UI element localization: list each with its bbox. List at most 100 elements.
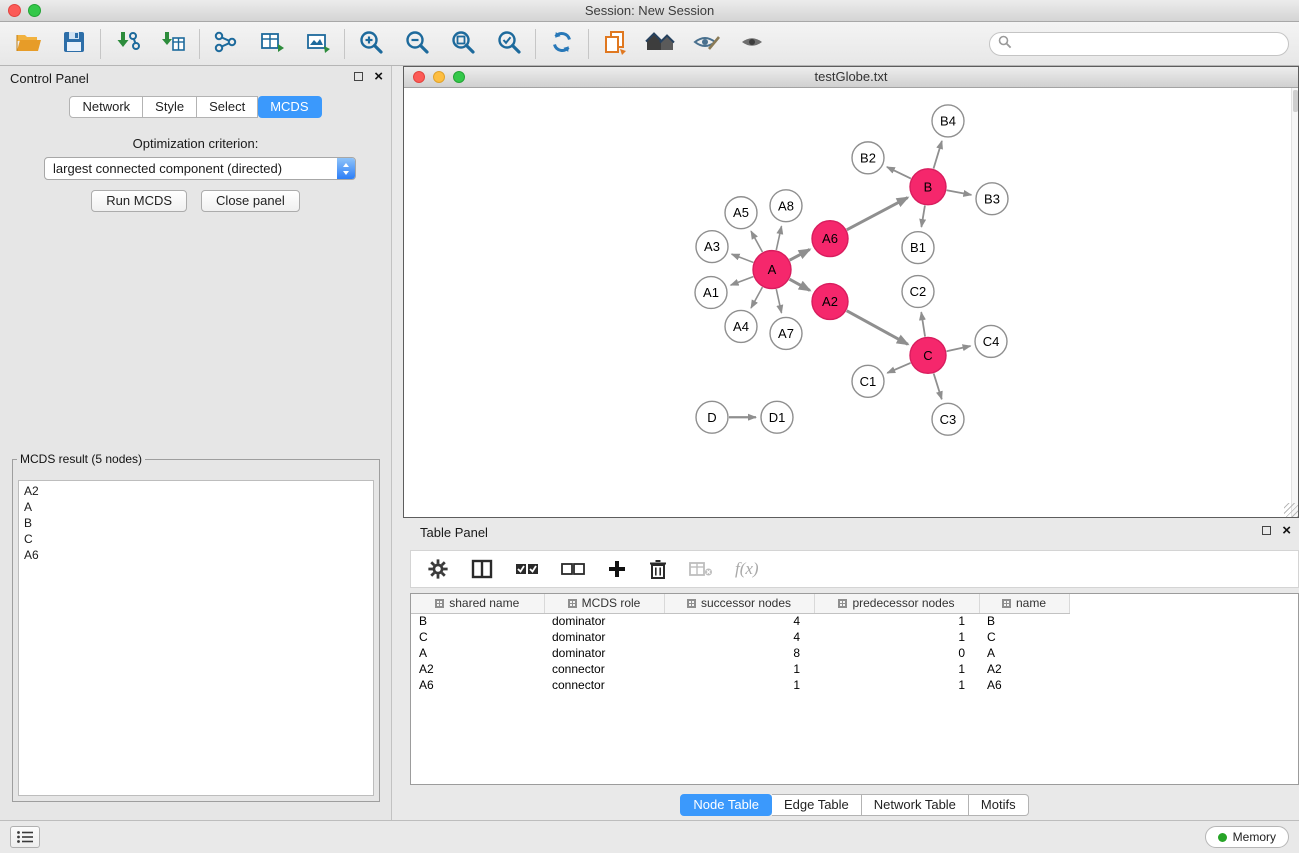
node-C[interactable]: C: [910, 337, 946, 373]
mcds-result-item[interactable]: A6: [24, 547, 368, 563]
table-cell[interactable]: 1: [814, 629, 979, 645]
zoom-window-button[interactable]: [28, 4, 41, 17]
search-input[interactable]: [1017, 36, 1280, 51]
node-A7[interactable]: A7: [770, 317, 802, 349]
import-network-button[interactable]: [109, 27, 145, 61]
mcds-result-item[interactable]: C: [24, 531, 368, 547]
network-close-button[interactable]: [413, 71, 425, 83]
new-network-button[interactable]: [208, 27, 244, 61]
edge-C-C1[interactable]: [887, 363, 910, 373]
table-cell[interactable]: A2: [411, 661, 544, 677]
edge-A-A6[interactable]: [790, 249, 810, 260]
table-cell[interactable]: 1: [814, 661, 979, 677]
table-tab-node-table[interactable]: Node Table: [680, 794, 772, 816]
table-cell[interactable]: 1: [814, 677, 979, 693]
open-file-button[interactable]: [10, 27, 46, 61]
select-all-button[interactable]: [515, 560, 539, 578]
delete-column-button[interactable]: [649, 559, 667, 579]
table-cell[interactable]: 4: [664, 629, 814, 645]
close-table-panel-icon[interactable]: ×: [1282, 525, 1291, 536]
node-C3[interactable]: C3: [932, 403, 964, 435]
node-A[interactable]: A: [753, 251, 791, 289]
node-D1[interactable]: D1: [761, 401, 793, 433]
node-B[interactable]: B: [910, 169, 946, 205]
node-B4[interactable]: B4: [932, 105, 964, 137]
table-cell[interactable]: A2: [979, 661, 1069, 677]
export-image-button[interactable]: [300, 27, 336, 61]
column-header-successor-nodes[interactable]: successor nodes: [664, 594, 814, 613]
table-row[interactable]: A2connector11A2: [411, 661, 1069, 677]
mcds-result-item[interactable]: A: [24, 499, 368, 515]
node-B1[interactable]: B1: [902, 232, 934, 264]
node-table[interactable]: shared nameMCDS rolesuccessor nodesprede…: [411, 594, 1070, 693]
import-table-button[interactable]: [155, 27, 191, 61]
edge-B-B3[interactable]: [947, 190, 972, 195]
table-row[interactable]: Adominator80A: [411, 645, 1069, 661]
edge-C-C4[interactable]: [947, 346, 971, 351]
table-cell[interactable]: 1: [664, 661, 814, 677]
table-cell[interactable]: connector: [544, 677, 664, 693]
table-row[interactable]: Cdominator41C: [411, 629, 1069, 645]
edge-A2-C[interactable]: [847, 311, 908, 345]
table-settings-button[interactable]: [427, 558, 449, 580]
tab-select[interactable]: Select: [197, 96, 258, 118]
table-tab-motifs[interactable]: Motifs: [969, 794, 1029, 816]
network-minimize-button[interactable]: [433, 71, 445, 83]
tab-mcds[interactable]: MCDS: [258, 96, 321, 118]
node-C1[interactable]: C1: [852, 365, 884, 397]
table-row[interactable]: Bdominator41B: [411, 613, 1069, 629]
hide-details-button[interactable]: [689, 27, 725, 61]
edge-A6-B[interactable]: [847, 198, 908, 230]
zoom-selected-button[interactable]: [491, 27, 527, 61]
network-window-titlebar[interactable]: testGlobe.txt: [404, 67, 1298, 88]
float-panel-icon[interactable]: [354, 72, 363, 81]
column-header-predecessor-nodes[interactable]: predecessor nodes: [814, 594, 979, 613]
save-session-button[interactable]: [56, 27, 92, 61]
column-header-name[interactable]: name: [979, 594, 1069, 613]
close-panel-icon[interactable]: ×: [374, 71, 383, 82]
home-button[interactable]: [643, 27, 679, 61]
table-cell[interactable]: C: [979, 629, 1069, 645]
new-table-button[interactable]: [254, 27, 290, 61]
node-A5[interactable]: A5: [725, 197, 757, 229]
table-cell[interactable]: A6: [979, 677, 1069, 693]
table-cell[interactable]: dominator: [544, 629, 664, 645]
tab-network[interactable]: Network: [69, 96, 143, 118]
edge-C-C3[interactable]: [934, 373, 942, 399]
node-A6[interactable]: A6: [812, 221, 848, 257]
node-A8[interactable]: A8: [770, 190, 802, 222]
run-mcds-button[interactable]: Run MCDS: [91, 190, 187, 212]
edge-B-B1[interactable]: [921, 205, 925, 226]
table-cell[interactable]: B: [411, 613, 544, 629]
node-B2[interactable]: B2: [852, 142, 884, 174]
table-cell[interactable]: 0: [814, 645, 979, 661]
edge-B-B2[interactable]: [887, 167, 911, 179]
table-cell[interactable]: B: [979, 613, 1069, 629]
table-cell[interactable]: connector: [544, 661, 664, 677]
node-A4[interactable]: A4: [725, 310, 757, 342]
refresh-view-button[interactable]: [544, 27, 580, 61]
table-cell[interactable]: 1: [814, 613, 979, 629]
edge-A-A8[interactable]: [776, 226, 781, 250]
float-table-panel-icon[interactable]: [1262, 526, 1271, 535]
close-panel-button[interactable]: Close panel: [201, 190, 300, 212]
zoom-fit-button[interactable]: [445, 27, 481, 61]
node-A3[interactable]: A3: [696, 231, 728, 263]
edge-A-A5[interactable]: [751, 231, 762, 252]
close-window-button[interactable]: [8, 4, 21, 17]
node-C2[interactable]: C2: [902, 276, 934, 308]
table-cell[interactable]: 8: [664, 645, 814, 661]
deselect-all-button[interactable]: [561, 560, 585, 578]
node-B3[interactable]: B3: [976, 183, 1008, 215]
scrollbar-thumb[interactable]: [1293, 90, 1298, 112]
table-tab-edge-table[interactable]: Edge Table: [772, 794, 862, 816]
node-D[interactable]: D: [696, 401, 728, 433]
edge-A-A3[interactable]: [732, 254, 754, 262]
add-column-button[interactable]: [607, 559, 627, 579]
table-cell[interactable]: C: [411, 629, 544, 645]
edge-A-A2[interactable]: [790, 279, 810, 290]
table-cell[interactable]: A6: [411, 677, 544, 693]
tab-style[interactable]: Style: [143, 96, 197, 118]
table-cell[interactable]: 1: [664, 677, 814, 693]
edge-A-A4[interactable]: [751, 287, 762, 308]
